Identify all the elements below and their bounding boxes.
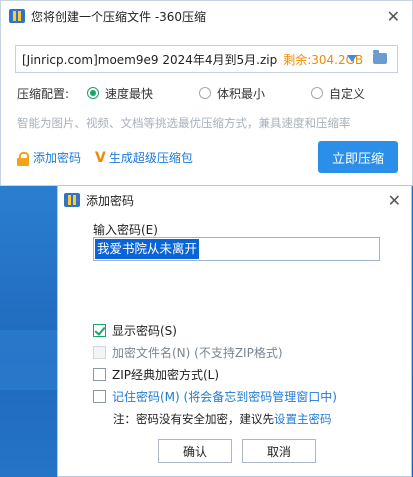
window-title: 您将创建一个压缩文件 -360压缩 (31, 9, 207, 24)
show-password-label: 显示密码(S) (112, 324, 177, 338)
window-close-icon[interactable]: ✕ (387, 7, 400, 26)
security-note: 注：密码没有安全加密，建议先设置主密码 (113, 411, 332, 427)
remember-password-box (93, 390, 106, 403)
dialog-close-icon[interactable]: ✕ (388, 191, 401, 210)
browse-folder-icon[interactable] (373, 50, 387, 64)
radio-smallest-label: 体积最小 (217, 86, 266, 101)
radio-smallest-dot (199, 87, 212, 99)
archive-path-field[interactable]: [Jinricp.com]moem9e9 2024年4月到5月.zip 剩余:3… (15, 45, 398, 73)
zip-classic-box (93, 368, 106, 381)
action-links: 添加密码 V 生成超级压缩包 (17, 149, 193, 166)
radio-fastest-label: 速度最快 (105, 86, 154, 101)
password-label: 输入密码(E) (93, 223, 158, 237)
password-input[interactable]: 我爱书院从未离开 (93, 237, 380, 261)
radio-fastest[interactable]: 速度最快 (87, 85, 153, 102)
cancel-button[interactable]: 取消 (242, 439, 316, 463)
radio-smallest[interactable]: 体积最小 (199, 85, 265, 102)
radio-fastest-dot (87, 87, 99, 99)
dialog-titlebar: 添加密码 ✕ (58, 186, 411, 214)
show-password-checkbox[interactable]: 显示密码(S) (93, 322, 177, 339)
dialog-title: 添加密码 (86, 193, 135, 208)
add-password-link[interactable]: 添加密码 (33, 149, 81, 166)
remember-password-label: 记住密码(M) (将会备忘到密码管理窗口中) (112, 390, 337, 404)
encrypt-filename-checkbox: 加密文件名(N) (不支持ZIP格式) (93, 344, 283, 361)
desktop-background-accent (0, 330, 60, 390)
password-value: 我爱书院从未离开 (95, 239, 200, 259)
security-note-text: 注：密码没有安全加密，建议先 (113, 412, 274, 426)
window-titlebar: 您将创建一个压缩文件 -360压缩 ✕ (1, 1, 412, 31)
lock-icon (17, 151, 29, 166)
radio-custom-dot (311, 87, 324, 99)
confirm-button[interactable]: 确认 (158, 439, 232, 463)
encrypt-filename-label: 加密文件名(N) (不支持ZIP格式) (112, 346, 283, 360)
desktop-background (0, 180, 60, 477)
show-password-box (93, 324, 106, 337)
remember-password-checkbox[interactable]: 记住密码(M) (将会备忘到密码管理窗口中) (93, 388, 337, 405)
compress-hint: 智能为图片、视频、文档等挑选最优压缩方式，兼具速度和压缩率 (17, 116, 351, 130)
compress-config-label: 压缩配置: (17, 86, 70, 101)
compress-config-row: 压缩配置: 速度最快 体积最小 自定义 (17, 83, 402, 103)
compress-now-button[interactable]: 立即压缩 (318, 141, 398, 173)
compress-window: 您将创建一个压缩文件 -360压缩 ✕ [Jinricp.com]moem9e9… (0, 0, 413, 186)
encrypt-filename-box (93, 346, 106, 359)
radio-custom-label: 自定义 (329, 86, 366, 101)
add-password-dialog: 添加密码 ✕ 输入密码(E) 我爱书院从未离开 显示密码(S) 加密文件名(N)… (57, 185, 412, 477)
set-master-password-link[interactable]: 设置主密码 (274, 412, 332, 426)
dialog-app-icon (64, 193, 80, 207)
zip-classic-label: ZIP经典加密方式(L) (112, 368, 220, 382)
radio-custom[interactable]: 自定义 (311, 85, 365, 102)
super-compress-link[interactable]: 生成超级压缩包 (109, 149, 193, 166)
super-v-icon: V (95, 149, 106, 166)
archive-app-icon (9, 9, 25, 23)
archive-path-text: [Jinricp.com]moem9e9 2024年4月到5月.zip (22, 52, 278, 67)
zip-classic-checkbox[interactable]: ZIP经典加密方式(L) (93, 366, 219, 383)
path-dropdown-icon[interactable] (347, 55, 357, 62)
